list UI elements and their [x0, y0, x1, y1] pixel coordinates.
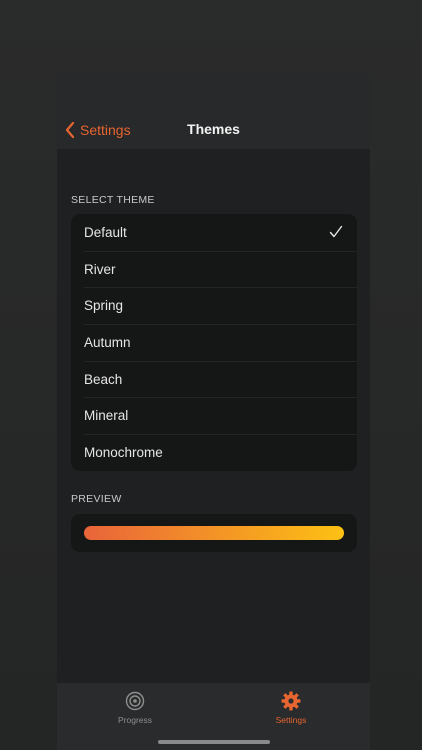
theme-item-monochrome[interactable]: Monochrome [71, 434, 357, 471]
tab-settings-label: Settings [275, 715, 307, 725]
theme-item-autumn[interactable]: Autumn [71, 324, 357, 361]
gear-icon [281, 691, 301, 711]
home-indicator [158, 740, 270, 744]
select-theme-header: SELECT THEME [71, 194, 155, 206]
theme-item-label: Mineral [84, 408, 129, 424]
preview-card [71, 514, 357, 552]
tab-progress[interactable]: Progress [85, 691, 185, 725]
navigation-bar: Settings Themes [57, 74, 370, 149]
theme-item-beach[interactable]: Beach [71, 360, 357, 398]
tab-progress-label: Progress [117, 715, 152, 725]
theme-list: Default River Spring Autumn Beach Minera… [71, 214, 357, 471]
theme-gradient-preview [84, 526, 344, 540]
theme-item-label: Spring [84, 298, 124, 314]
tab-settings[interactable]: Settings [241, 691, 341, 725]
theme-item-label: Default [84, 224, 127, 240]
preview-header: PREVIEW [71, 493, 122, 505]
theme-item-label: River [84, 261, 116, 277]
theme-item-mineral[interactable]: Mineral [71, 397, 357, 434]
theme-item-label: Monochrome [84, 444, 163, 460]
theme-item-default[interactable]: Default [71, 214, 357, 251]
theme-item-label: Beach [84, 371, 123, 387]
theme-item-spring[interactable]: Spring [71, 287, 357, 324]
checkmark-icon [329, 225, 343, 238]
target-icon [125, 691, 145, 711]
theme-item-river[interactable]: River [71, 250, 357, 288]
app-screen: Settings Themes SELECT THEME Default Riv… [57, 74, 370, 750]
theme-item-label: Autumn [84, 334, 131, 350]
page-title: Themes [187, 121, 240, 137]
